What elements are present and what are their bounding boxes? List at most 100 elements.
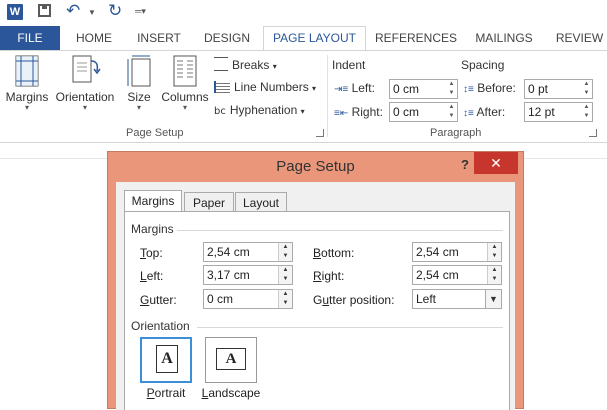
tab-references[interactable]: REFERENCES	[372, 26, 460, 50]
spacing-after-input[interactable]: 12 pt ▲ ▼	[524, 102, 593, 122]
page-setup-group-label: Page Setup	[126, 127, 184, 139]
tab-insert[interactable]: INSERT	[130, 26, 188, 50]
top-margin-input[interactable]: 2,54 cm ▲ ▼	[203, 242, 293, 262]
close-button[interactable]: ✕	[474, 152, 518, 174]
close-icon: ✕	[490, 155, 502, 171]
stepper-icon[interactable]: ▲ ▼	[581, 103, 592, 121]
indent-right-label: ≡⇤ Right:	[334, 105, 383, 119]
chevron-down-icon: ▾	[182, 103, 187, 112]
hyphenation-icon: bc	[214, 106, 226, 117]
stepper-icon[interactable]: ▲ ▼	[278, 266, 292, 284]
save-icon[interactable]	[38, 4, 51, 17]
margins-tab-panel: Margins Top: 2,54 cm ▲ ▼ Bottom: 2,54 cm ▲ ▼…	[124, 211, 510, 410]
hyphenation-label: Hyphenation	[229, 103, 298, 117]
columns-icon	[173, 55, 197, 87]
stepper-icon[interactable]: ▲ ▼	[581, 80, 592, 98]
undo-dropdown-icon[interactable]: ▼	[88, 8, 96, 17]
orientation-section-title: Orientation	[131, 319, 190, 333]
portrait-option[interactable]: A	[140, 337, 192, 383]
left-label: Left:	[140, 269, 164, 283]
margins-button[interactable]: Margins ▾	[4, 55, 50, 112]
columns-button[interactable]: Columns ▾	[158, 55, 212, 112]
chevron-down-icon[interactable]: ▼	[485, 290, 501, 308]
ribbon: Margins ▾ Orientation ▾ Size ▾ Columns ▾…	[0, 50, 607, 143]
dialog-body: Margins Paper Layout Margins Top: 2,54 c…	[116, 182, 515, 410]
spacing-before-input[interactable]: 0 pt ▲ ▼	[524, 79, 593, 99]
chevron-down-icon: ▾	[272, 62, 277, 71]
chevron-down-icon: ▾	[312, 84, 317, 93]
undo-icon[interactable]: ↶	[66, 1, 80, 21]
page-setup-launcher-icon[interactable]	[316, 129, 324, 137]
page-setup-dialog: Page Setup ? ✕ Margins Paper Layout Marg…	[107, 151, 524, 410]
orientation-label: Orientation	[55, 90, 115, 104]
tab-design[interactable]: DESIGN	[196, 26, 258, 50]
columns-label: Columns	[161, 90, 209, 104]
gutter-position-select[interactable]: Left ▼	[412, 289, 502, 309]
indent-left-label: ⇥≡ Left:	[334, 81, 375, 95]
tab-home[interactable]: HOME	[66, 26, 122, 50]
size-icon	[127, 55, 151, 87]
size-label: Size	[127, 90, 151, 104]
ribbon-tabs: FILE HOME INSERT DESIGN PAGE LAYOUT REFE…	[0, 26, 607, 50]
gutter-position-label: Gutter position:	[313, 293, 395, 307]
margins-section-title: Margins	[131, 222, 174, 236]
word-logo-icon: W	[7, 4, 23, 20]
landscape-label: Landscape	[201, 386, 261, 400]
top-label: Top:	[140, 246, 163, 260]
orientation-icon	[72, 55, 101, 83]
stepper-icon[interactable]: ▲ ▼	[278, 243, 292, 261]
gutter-label: Gutter:	[140, 293, 177, 307]
indent-right-input[interactable]: 0 cm ▲ ▼	[389, 102, 458, 122]
gutter-input[interactable]: 0 cm ▲ ▼	[203, 289, 293, 309]
bottom-margin-input[interactable]: 2,54 cm ▲ ▼	[412, 242, 502, 262]
spacing-after-label: ↕≡ After:	[463, 105, 506, 119]
breaks-label: Breaks	[232, 58, 270, 72]
indent-left-icon: ⇥≡	[334, 84, 349, 95]
bottom-label: Bottom:	[313, 246, 355, 260]
line-numbers-button[interactable]: Line Numbers ▾	[214, 80, 316, 94]
spacing-before-icon: ↕≡	[463, 84, 474, 95]
right-label: Right:	[313, 269, 345, 283]
quick-access-toolbar: W ↶ ▼ ↻ ═▾	[0, 0, 607, 26]
stepper-icon[interactable]: ▲ ▼	[446, 103, 457, 121]
portrait-label: Portrait	[146, 386, 186, 400]
landscape-icon: A	[216, 348, 246, 370]
spacing-after-icon: ↕≡	[463, 108, 474, 119]
stepper-icon[interactable]: ▲ ▼	[487, 266, 501, 284]
right-margin-input[interactable]: 2,54 cm ▲ ▼	[412, 265, 502, 285]
spacing-heading: Spacing	[461, 58, 505, 72]
indent-heading: Indent	[332, 58, 366, 72]
customize-toolbar-icon[interactable]: ═▾	[135, 6, 146, 17]
group-divider	[327, 55, 328, 137]
stepper-icon[interactable]: ▲ ▼	[487, 243, 501, 261]
chevron-down-icon: ▾	[82, 103, 87, 112]
section-divider	[197, 327, 503, 328]
margins-label: Margins	[5, 90, 49, 104]
portrait-icon: A	[156, 345, 178, 373]
redo-icon[interactable]: ↻	[108, 1, 122, 21]
indent-right-icon: ≡⇤	[334, 108, 349, 119]
hyphenation-button[interactable]: bc Hyphenation ▾	[214, 103, 305, 117]
help-button[interactable]: ?	[455, 156, 475, 174]
stepper-icon[interactable]: ▲ ▼	[278, 290, 292, 308]
orientation-button[interactable]: Orientation ▾	[52, 55, 118, 112]
landscape-option[interactable]: A	[205, 337, 257, 383]
tab-review[interactable]: REVIEW	[552, 26, 607, 50]
chevron-down-icon: ▾	[300, 107, 305, 116]
spacing-before-label: ↕≡ Before:	[463, 81, 516, 95]
breaks-button[interactable]: Breaks ▾	[214, 57, 277, 72]
breaks-icon	[214, 57, 228, 71]
size-button[interactable]: Size ▾	[122, 55, 156, 112]
paragraph-launcher-icon[interactable]	[589, 129, 597, 137]
line-numbers-icon	[214, 81, 230, 93]
tab-page-layout[interactable]: PAGE LAYOUT	[263, 26, 366, 50]
left-margin-input[interactable]: 3,17 cm ▲ ▼	[203, 265, 293, 285]
stepper-icon[interactable]: ▲ ▼	[446, 80, 457, 98]
tab-file[interactable]: FILE	[0, 26, 60, 50]
tab-mailings[interactable]: MAILINGS	[468, 26, 540, 50]
line-numbers-label: Line Numbers	[234, 80, 309, 94]
margins-icon	[15, 55, 39, 87]
indent-left-input[interactable]: 0 cm ▲ ▼	[389, 79, 458, 99]
chevron-down-icon: ▾	[136, 103, 141, 112]
paragraph-group-label: Paragraph	[430, 127, 482, 139]
